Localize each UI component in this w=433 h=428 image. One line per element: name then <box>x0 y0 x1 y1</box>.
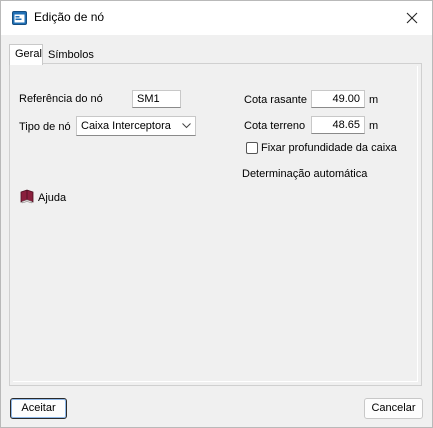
cancel-button-label: Cancelar <box>371 402 416 414</box>
book-help-icon[interactable] <box>19 189 35 207</box>
auto-determination-label: Determinação automática <box>242 168 368 180</box>
window-title: Edição de nó <box>34 10 105 24</box>
tab-geral[interactable]: Geral <box>9 44 43 65</box>
cota-terreno-label: Cota terreno <box>244 120 306 132</box>
ref-input[interactable]: SM1 <box>132 90 181 108</box>
fixar-label[interactable]: Fixar profundidade da caixa <box>261 142 397 154</box>
cota-rasante-unit: m <box>369 94 379 106</box>
close-icon <box>406 12 418 24</box>
title-bar: Edição de nó <box>1 1 432 35</box>
cota-rasante-label: Cota rasante <box>244 94 307 106</box>
close-button[interactable] <box>392 1 432 35</box>
fixar-checkbox[interactable] <box>246 142 258 154</box>
type-select[interactable]: Caixa Interceptora <box>76 116 196 136</box>
cota-rasante-input[interactable]: 49.00 <box>311 90 365 108</box>
window-app-icon <box>12 11 27 25</box>
cota-terreno-unit: m <box>369 120 379 132</box>
tab-panel: Referência do nó SM1 Tipo de nó Caixa In… <box>9 63 422 386</box>
type-label: Tipo de nó <box>19 121 71 133</box>
cancel-button[interactable]: Cancelar <box>364 398 423 419</box>
accept-button[interactable]: Aceitar <box>10 398 67 419</box>
ref-label: Referência do nó <box>19 93 103 105</box>
type-select-value: Caixa Interceptora <box>81 120 171 132</box>
dialog-window: Edição de nó Geral Símbolos Referência d… <box>0 0 433 428</box>
tab-panel-inner: Referência do nó SM1 Tipo de nó Caixa In… <box>13 66 418 382</box>
cota-terreno-input[interactable]: 48.65 <box>311 116 365 134</box>
chevron-down-icon <box>182 123 191 129</box>
accept-button-label: Aceitar <box>21 402 56 414</box>
help-link[interactable]: Ajuda <box>38 192 66 204</box>
